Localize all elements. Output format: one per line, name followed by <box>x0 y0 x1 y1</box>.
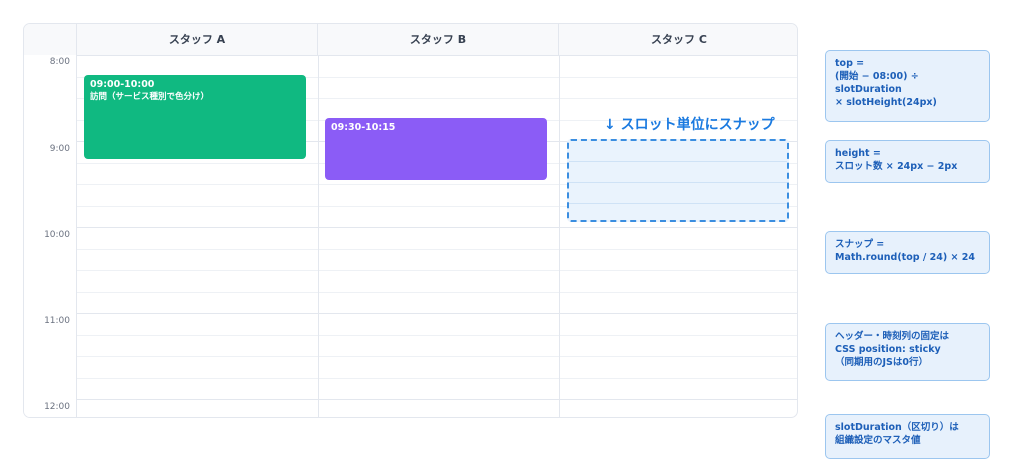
snap-annotation: ↓ スロット単位にスナップ <box>604 117 775 133</box>
note-slot-duration: slotDuration（区切り）は 組織設定のマスタ値 <box>825 414 990 459</box>
event-time: 09:00-10:00 <box>90 79 155 90</box>
column-divider <box>318 55 319 417</box>
slot-line <box>77 249 797 250</box>
time-label: 9:00 <box>49 144 70 154</box>
note-snap-formula: スナップ = Math.round(top / 24) × 24 <box>825 231 990 274</box>
column-header-staff-a[interactable]: スタッフ A <box>77 24 318 55</box>
slot-line <box>77 335 797 336</box>
note-height-formula: height = スロット数 × 24px − 2px <box>825 140 990 183</box>
time-label: 12:00 <box>44 402 70 412</box>
slot-line <box>77 227 797 228</box>
note-sticky: ヘッダー・時刻列の固定は CSS position: sticky （同期用のJ… <box>825 323 990 381</box>
snap-preview <box>567 139 789 222</box>
ghost-slot-line <box>569 203 787 204</box>
column-header-staff-c[interactable]: スタッフ C <box>559 24 797 55</box>
grid-header: スタッフ A スタッフ B スタッフ C <box>24 24 797 56</box>
slot-line <box>77 270 797 271</box>
time-column: 8:00 9:00 10:00 11:00 12:00 <box>24 55 77 417</box>
slot-line <box>77 399 797 400</box>
column-divider <box>559 55 560 417</box>
time-label: 8:00 <box>49 57 70 67</box>
slot-line <box>77 378 797 379</box>
ghost-slot-line <box>569 182 787 183</box>
event-subtitle: 訪問（サービス種別で色分け） <box>90 92 210 102</box>
slot-line <box>77 292 797 293</box>
header-corner <box>24 24 77 55</box>
event-time: 09:30-10:15 <box>331 122 396 133</box>
time-label: 11:00 <box>44 316 70 326</box>
slot-line <box>77 356 797 357</box>
schedule-grid: スタッフ A スタッフ B スタッフ C 8:00 9:00 10:00 11:… <box>23 23 798 418</box>
column-header-staff-b[interactable]: スタッフ B <box>318 24 559 55</box>
slot-area[interactable]: 09:00-10:00 訪問（サービス種別で色分け） 09:30-10:15 <box>77 55 797 417</box>
event-card[interactable]: 09:00-10:00 訪問（サービス種別で色分け） <box>84 75 306 159</box>
slot-line <box>77 313 797 314</box>
event-card[interactable]: 09:30-10:15 <box>325 118 547 180</box>
time-label: 10:00 <box>44 230 70 240</box>
ghost-slot-line <box>569 161 787 162</box>
note-top-formula: top = (開始 − 08:00) ÷ slotDuration × slot… <box>825 50 990 122</box>
